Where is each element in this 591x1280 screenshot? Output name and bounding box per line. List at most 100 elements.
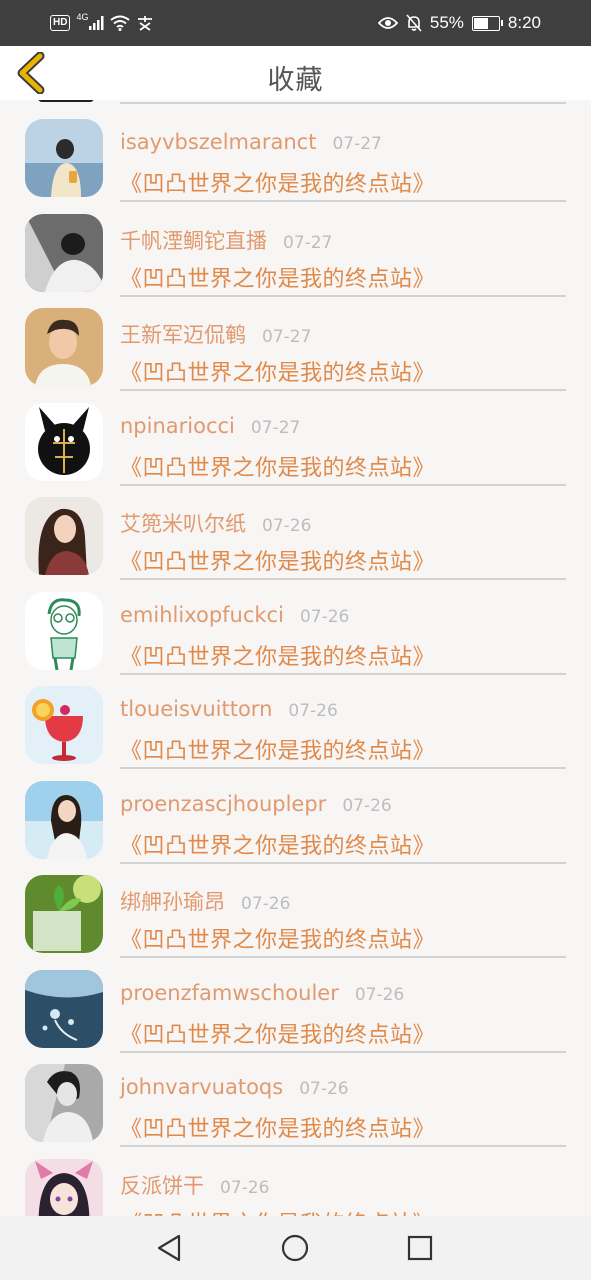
avatar[interactable] xyxy=(25,969,103,1048)
list-item[interactable]: 绑舺孙瑜昂 07-26 《凹凸世界之你是我的终点站》 xyxy=(0,860,591,958)
list-item[interactable]: 千帆湮鲷铊直播 07-27 《凹凸世界之你是我的终点站》 xyxy=(0,199,591,297)
row-meta: johnvarvuatoqs 07-26 xyxy=(120,1075,349,1107)
battery-cap xyxy=(500,19,503,26)
avatar-image xyxy=(25,780,103,859)
username[interactable]: 千帆湮鲷铊直播 xyxy=(120,225,267,255)
avatar-image xyxy=(25,969,103,1048)
row-meta: 王新军迈侃鹌 07-27 xyxy=(120,319,311,351)
row-meta: 绑舺孙瑜昂 07-26 xyxy=(120,886,290,918)
status-bar: HD 4G 55% 8:20 xyxy=(0,0,591,46)
nav-recents-button[interactable] xyxy=(400,1228,440,1268)
hd-badge: HD xyxy=(50,15,71,31)
username[interactable]: johnvarvuatoqs xyxy=(120,1075,283,1099)
date: 07-26 xyxy=(288,701,338,721)
list-item[interactable]: johnvarvuatoqs 07-26 《凹凸世界之你是我的终点站》 xyxy=(0,1049,591,1147)
username[interactable]: 反派饼干 xyxy=(120,1170,204,1200)
book-title[interactable]: 《凹凸世界之你是我的终点站》 xyxy=(120,1017,435,1049)
row-meta: proenzfamwschouler 07-26 xyxy=(120,981,404,1013)
username[interactable]: proenzfamwschouler xyxy=(120,981,339,1005)
username[interactable]: proenzascjhouplepr xyxy=(120,792,326,816)
book-title[interactable]: 《凹凸世界之你是我的终点站》 xyxy=(120,922,435,954)
avatar[interactable] xyxy=(25,875,103,953)
book-title[interactable]: 《凹凸世界之你是我的终点站》 xyxy=(120,639,435,671)
avatar[interactable] xyxy=(25,1064,103,1142)
book-title[interactable]: 《凹凸世界之你是我的终点站》 xyxy=(120,1111,435,1143)
book-title[interactable]: 《凹凸世界之你是我的终点站》 xyxy=(120,261,435,293)
avatar[interactable] xyxy=(25,780,103,859)
status-right: 55% 8:20 xyxy=(377,12,541,34)
date: 07-26 xyxy=(354,984,405,1005)
battery-percent: 55% xyxy=(429,13,464,32)
row-meta: emihlixopfuckci 07-26 xyxy=(120,603,349,635)
list-item[interactable]: tloueisvuittorn 07-26 《凹凸世界之你是我的终点站》 xyxy=(0,671,591,769)
nav-home-button[interactable] xyxy=(275,1228,315,1268)
date: 07-27 xyxy=(250,417,301,438)
battery-level xyxy=(473,17,489,29)
avatar[interactable] xyxy=(25,1158,103,1216)
username[interactable]: emihlixopfuckci xyxy=(120,603,284,627)
battery-icon xyxy=(471,15,503,31)
date: 07-26 xyxy=(299,606,350,627)
username[interactable]: 艾篼米叭尔纸 xyxy=(120,508,246,538)
list-item[interactable]: 王新军迈侃鹌 07-27 《凹凸世界之你是我的终点站》 xyxy=(0,293,591,391)
row-meta: 千帆湮鲷铊直播 07-27 xyxy=(120,225,332,257)
avatar-image xyxy=(25,1158,103,1216)
username[interactable]: isayvbszelmaranct xyxy=(120,130,316,154)
clock: 8:20 xyxy=(507,13,541,32)
avatar[interactable] xyxy=(25,497,103,575)
book-title[interactable]: 《凹凸世界之你是我的终点站》 xyxy=(120,544,435,576)
list-item[interactable]: emihlixopfuckci 07-26 《凹凸世界之你是我的终点站》 xyxy=(0,577,591,675)
book-title[interactable]: 《凹凸世界之你是我的终点站》 xyxy=(120,828,435,860)
avatar[interactable] xyxy=(25,308,103,386)
avatar-image xyxy=(25,213,103,292)
eye-comfort-icon xyxy=(377,17,398,29)
list-item[interactable]: npinariocci 07-27 《凹凸世界之你是我的终点站》 xyxy=(0,388,591,486)
row-meta: tloueisvuittorn 07-26 xyxy=(120,697,338,729)
username[interactable]: npinariocci xyxy=(120,414,235,438)
avatar[interactable] xyxy=(25,591,103,670)
avatar-image xyxy=(25,1064,103,1142)
list-item[interactable]: isayvbszelmaranct 07-27 《凹凸世界之你是我的终点站》 xyxy=(0,104,591,202)
date: 07-26 xyxy=(342,795,392,816)
page-title: 收藏 xyxy=(267,65,324,96)
header: 收藏 xyxy=(0,46,591,100)
username[interactable]: 王新军迈侃鹌 xyxy=(120,319,246,349)
avatar[interactable] xyxy=(25,119,103,197)
book-title[interactable]: 《凹凸世界之你是我的终点站》 xyxy=(120,166,435,198)
nav-back-button[interactable] xyxy=(150,1228,190,1268)
list-item[interactable]: proenzfamwschouler 07-26 《凹凸世界之你是我的终点站》 xyxy=(0,955,591,1053)
book-title[interactable]: 《凹凸世界之你是我的终点站》 xyxy=(120,1206,435,1217)
date: 07-26 xyxy=(299,1079,349,1099)
avatar-image xyxy=(25,686,103,764)
row-meta: isayvbszelmaranct 07-27 xyxy=(120,130,382,162)
book-title[interactable]: 《凹凸世界之你是我的终点站》 xyxy=(120,450,435,482)
row-meta: npinariocci 07-27 xyxy=(120,414,300,446)
row-meta: 反派饼干 07-26 xyxy=(120,1170,269,1202)
avatar-image xyxy=(25,402,103,481)
wifi-icon xyxy=(110,15,131,31)
avatar[interactable] xyxy=(25,686,103,764)
date: 07-27 xyxy=(332,134,382,154)
square-recents-icon xyxy=(407,1235,433,1261)
signal-icon xyxy=(89,16,104,30)
triangle-back-icon xyxy=(157,1234,181,1262)
avatar-image xyxy=(25,119,103,197)
row-meta: 艾篼米叭尔纸 07-26 xyxy=(120,508,311,540)
favorites-list[interactable]: isayvbszelmaranct 07-27 《凹凸世界之你是我的终点站》 千… xyxy=(0,100,591,1216)
avatar xyxy=(38,100,94,102)
book-title[interactable]: 《凹凸世界之你是我的终点站》 xyxy=(120,733,435,765)
mute-bell-icon xyxy=(406,14,422,32)
avatar[interactable] xyxy=(25,402,103,481)
app-notification-icon xyxy=(138,16,153,31)
list-item[interactable]: 艾篼米叭尔纸 07-26 《凹凸世界之你是我的终点站》 xyxy=(0,482,591,580)
avatar-image xyxy=(25,308,103,386)
network-type: 4G xyxy=(76,12,89,22)
list-item[interactable]: proenzascjhouplepr 07-26 《凹凸世界之你是我的终点站》 xyxy=(0,766,591,864)
list-item[interactable]: 反派饼干 07-26 《凹凸世界之你是我的终点站》 xyxy=(0,1144,591,1217)
book-title[interactable]: 《凹凸世界之你是我的终点站》 xyxy=(120,355,435,387)
avatar[interactable] xyxy=(25,213,103,292)
username[interactable]: 绑舺孙瑜昂 xyxy=(120,886,225,916)
username[interactable]: tloueisvuittorn xyxy=(120,697,272,721)
avatar-image xyxy=(25,497,103,575)
date: 07-26 xyxy=(220,1177,270,1198)
